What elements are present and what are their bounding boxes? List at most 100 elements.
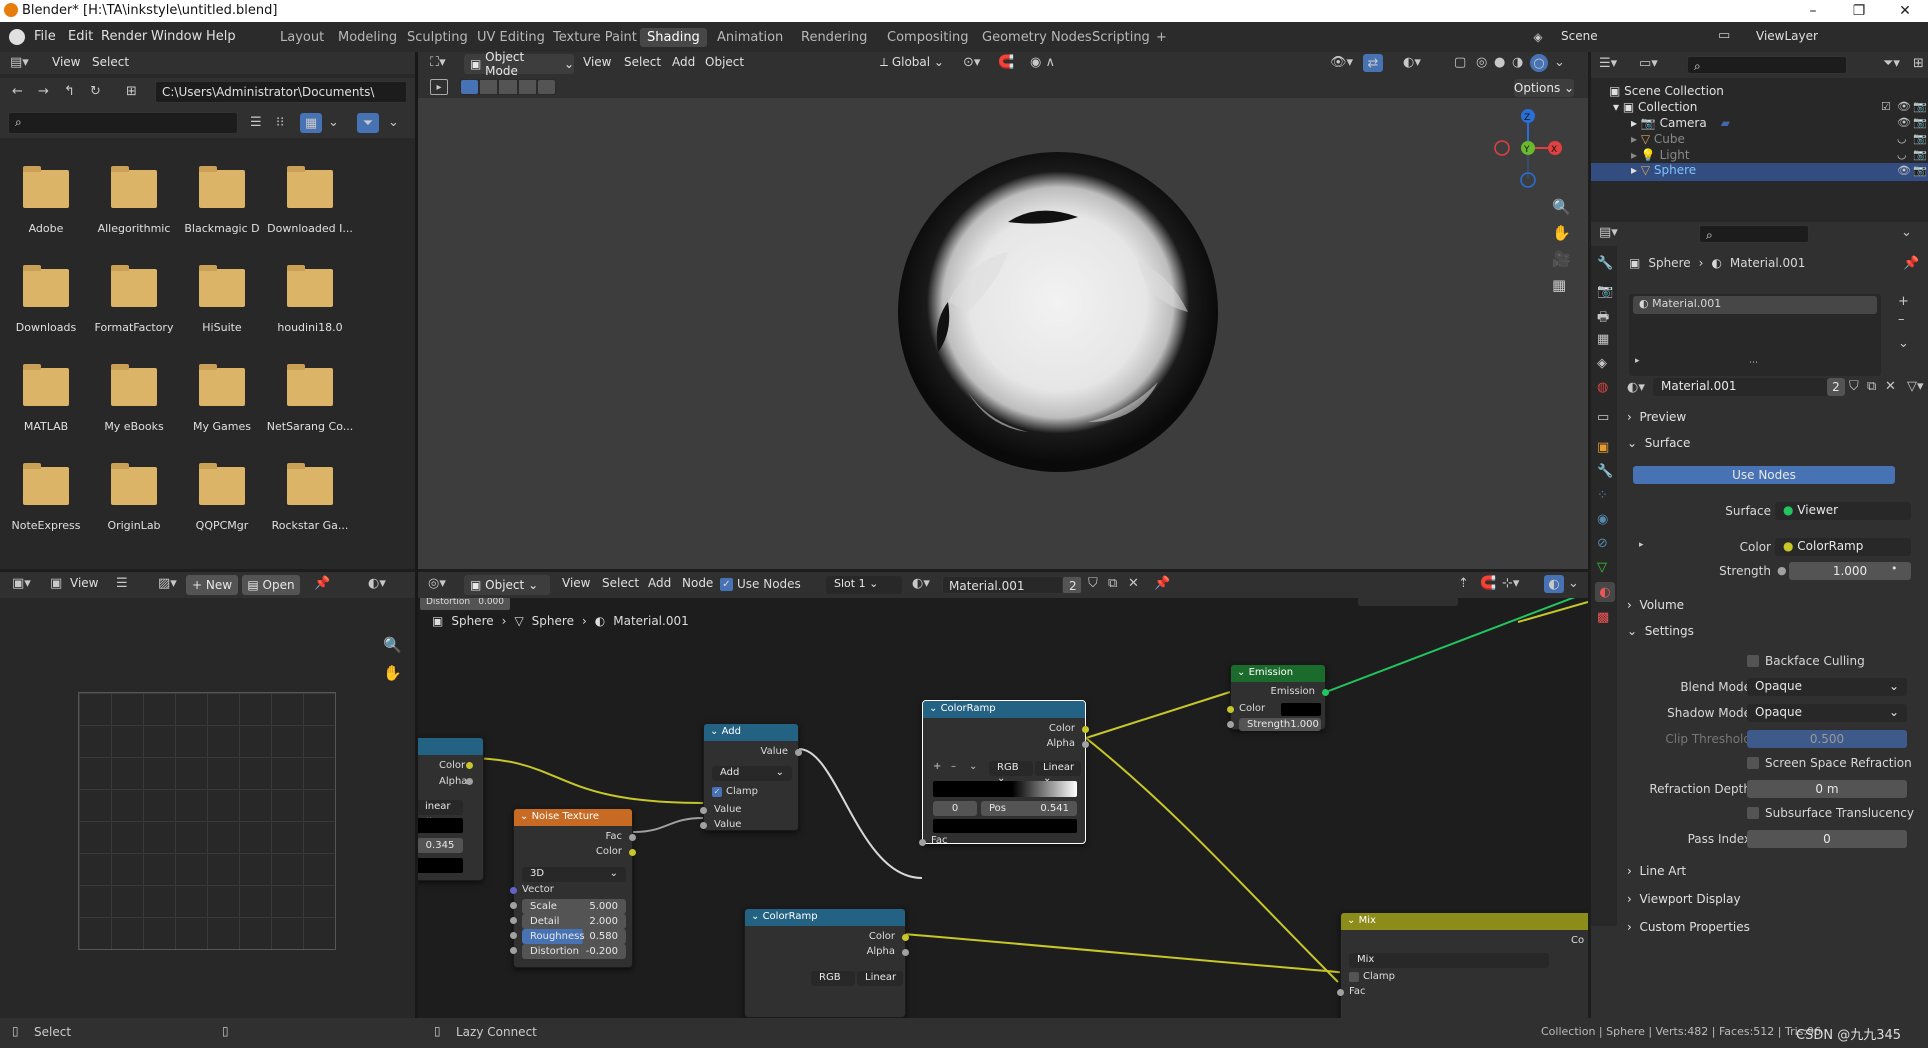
ie-image-browse-icon[interactable]: ▨▾ [158, 576, 177, 591]
add-workspace-button[interactable]: + [1149, 28, 1174, 47]
socket-ramp-color[interactable] [1082, 726, 1089, 733]
select-intersect-icon[interactable] [537, 80, 556, 94]
material-browse-icon[interactable]: ◐▾ [1627, 380, 1645, 395]
expand-icon[interactable]: ▸ [1635, 356, 1640, 366]
use-nodes-toggle[interactable]: ✓ Use Nodes [720, 577, 801, 591]
left-value-field[interactable]: 0.345 [418, 838, 463, 853]
thumb-large-icon[interactable]: ▦ [300, 113, 322, 133]
thumb-small-icon[interactable]: ⁝⁝ [276, 115, 284, 130]
scene-tab-icon[interactable]: ◈ [1597, 356, 1607, 371]
folder-item[interactable]: Allegorithmic [90, 162, 178, 252]
render-camera-icon[interactable]: 📷 [1913, 132, 1927, 145]
folder-item[interactable]: Adobe [2, 162, 90, 252]
section-line-art[interactable]: › Line Art [1627, 864, 1686, 878]
properties-search-input[interactable]: ⌕ [1699, 225, 1809, 243]
editor-type-icon[interactable]: ▤▾ [10, 55, 29, 70]
material-slot-item[interactable]: ◐ Material.001 [1633, 296, 1877, 314]
menu-file[interactable]: File [34, 29, 56, 44]
tab-layout[interactable]: Layout [273, 28, 331, 47]
noise-distortion-field[interactable]: Distortion -0.200 [522, 944, 626, 959]
scene-icon[interactable]: ◈ [1528, 30, 1548, 44]
section-settings[interactable]: ⌄ Settings [1627, 624, 1694, 638]
eye-closed-icon[interactable]: ◡ [1897, 148, 1907, 161]
forward-icon[interactable]: → [38, 84, 49, 99]
ssr-toggle[interactable]: Screen Space Refraction [1747, 756, 1912, 770]
backface-culling-toggle[interactable]: Backface Culling [1747, 654, 1865, 668]
noise-scale-field[interactable]: Scale 5.000 [522, 899, 626, 914]
duplicate-icon[interactable]: ⧉ [1108, 576, 1117, 591]
add-clamp-toggle[interactable]: ✓ Clamp [712, 786, 758, 797]
socket-alpha-out[interactable] [466, 778, 473, 785]
rendered-shading-icon[interactable]: ○ [1530, 54, 1548, 72]
browse-mat-icon[interactable]: ▽▾ [1907, 379, 1924, 394]
filter-dropdown-icon[interactable]: ⌄ [388, 115, 399, 130]
modifier-tab-icon[interactable]: 🔧 [1597, 464, 1613, 479]
outliner-item-cube[interactable]: ▸ ▽ Cube [1631, 132, 1685, 148]
tab-scripting[interactable]: Scripting [1085, 28, 1157, 47]
ne-pin-icon[interactable]: 📌 [1154, 576, 1170, 591]
prop-pin-icon[interactable]: 📌 [1903, 256, 1919, 271]
tab-shading[interactable]: Shading [640, 28, 707, 47]
folder-item[interactable]: MATLAB [2, 360, 90, 450]
socket-add-out[interactable] [795, 749, 802, 756]
socket-noise-fac[interactable] [629, 834, 636, 841]
wireframe-shading-icon[interactable]: ◎ [1476, 55, 1487, 70]
ne-overlay-icon[interactable]: ◐ [1544, 575, 1564, 593]
filter-icon[interactable]: ⏷ [357, 113, 379, 133]
ne-menu-select[interactable]: Select [602, 576, 639, 590]
socket-scale[interactable] [510, 902, 517, 909]
add-stop-icon[interactable]: + [933, 761, 941, 772]
socket-add-in1[interactable] [700, 807, 707, 814]
folder-item[interactable]: QQPCMgr [178, 459, 266, 549]
ramp-menu-icon[interactable]: ⌄ [969, 761, 977, 772]
ie-new-button[interactable]: + New [186, 575, 238, 595]
texture-tab-icon[interactable]: ▩ [1597, 610, 1609, 625]
parent-dir-icon[interactable]: ↰ [64, 84, 75, 99]
ie-overlay-icon[interactable]: ◐▾ [368, 576, 386, 591]
left-interp-dropdown[interactable]: inear ⌄ [418, 800, 463, 823]
folder-item[interactable]: My Games [178, 360, 266, 450]
viewlayer-field[interactable]: ViewLayer [1750, 27, 1870, 47]
section-custom-properties[interactable]: › Custom Properties [1627, 920, 1750, 934]
outliner-item-camera[interactable]: ▸ 📷 Camera ▰ [1631, 116, 1730, 132]
socket-noise-vector[interactable] [510, 887, 517, 894]
eye-closed-icon[interactable]: ◡ [1897, 132, 1907, 145]
folder-item[interactable]: NetSarang Co... [266, 360, 354, 450]
folder-item[interactable]: Downloads [2, 261, 90, 351]
emission-strength-field[interactable]: Strength 1.000 [1239, 718, 1321, 731]
noise-detail-field[interactable]: Detail 2.000 [522, 914, 626, 929]
sort-dropdown-icon[interactable]: ⌄ [328, 115, 339, 130]
add-operation-dropdown[interactable]: Add ⌄ [712, 766, 792, 781]
shadow-mode-dropdown[interactable]: Opaque ⌄ [1747, 704, 1907, 722]
eye-icon[interactable]: 👁 [1897, 164, 1911, 177]
ie-editor-icon[interactable]: ▣▾ [12, 576, 31, 591]
pin-icon[interactable]: 📌 [314, 576, 330, 591]
color-input-field[interactable]: ● ColorRamp [1775, 538, 1911, 556]
maximize-button[interactable]: ❐ [1836, 0, 1882, 22]
pan-hand-icon[interactable]: ✋ [1552, 224, 1571, 242]
outliner-search-input[interactable]: ⌕ [1687, 56, 1847, 74]
ramp-pos-field[interactable]: Pos 0.541 [981, 801, 1077, 816]
ne-menu-view[interactable]: View [562, 576, 590, 590]
left-color-swatch-2[interactable] [418, 858, 463, 873]
view-layer-tab-icon[interactable]: ▦ [1597, 332, 1609, 347]
material-field[interactable]: Material.001 [1653, 378, 1843, 396]
node-mix[interactable]: ⌄ Mix Co Mix Clamp Fac [1337, 912, 1588, 1018]
collection-checkbox-icon[interactable]: ☑ [1881, 100, 1891, 113]
select-subtract-icon[interactable] [499, 80, 517, 94]
unlink-icon[interactable]: ✕ [1885, 379, 1896, 394]
socket-ramp-alpha[interactable] [1082, 741, 1089, 748]
eye-icon[interactable]: 👁 [1897, 116, 1911, 129]
socket-add-in2[interactable] [700, 822, 707, 829]
proportional-icon[interactable]: ◉ ∧ [1030, 55, 1055, 70]
socket-emission-strength[interactable] [1227, 721, 1234, 728]
data-tab-icon[interactable]: ▽ [1597, 560, 1607, 575]
ramp-stop-index[interactable]: 0 [933, 801, 977, 816]
render-camera-icon[interactable]: 📷 [1913, 164, 1927, 177]
render-camera-icon[interactable]: 📷 [1913, 116, 1927, 129]
pivot-icon[interactable]: ⊙▾ [963, 55, 980, 70]
socket-ramp-fac[interactable] [919, 839, 926, 846]
left-color-swatch[interactable] [418, 818, 463, 833]
vp-menu-view[interactable]: View [583, 55, 611, 69]
vp-menu-object[interactable]: Object [705, 55, 744, 69]
